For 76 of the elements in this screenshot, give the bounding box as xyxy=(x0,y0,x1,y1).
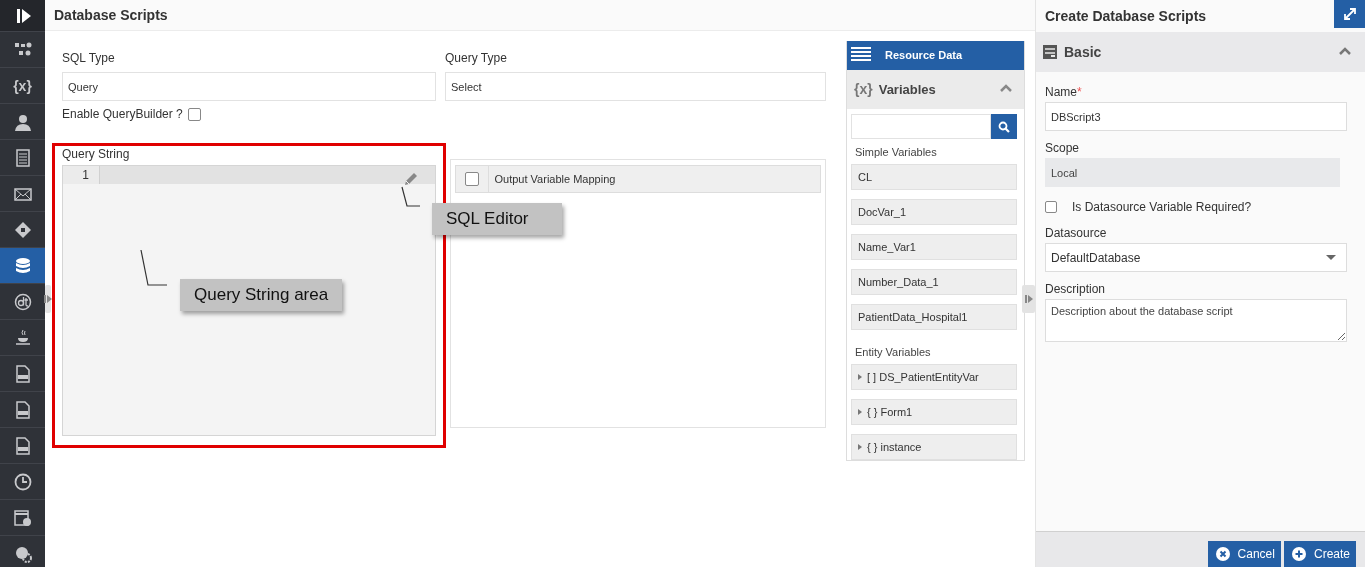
plus-circle-icon xyxy=(1291,547,1306,561)
variable-item[interactable]: DocVar_1 xyxy=(851,199,1017,225)
variable-item[interactable]: CL xyxy=(851,164,1017,190)
circle-letters-icon xyxy=(13,292,32,311)
create-button[interactable]: Create xyxy=(1283,541,1356,567)
checkbox[interactable] xyxy=(1045,201,1057,213)
sidebar-item[interactable]: {x} xyxy=(0,68,45,104)
search-field[interactable] xyxy=(851,114,991,139)
variable-item[interactable]: PatientData_Hospital1 xyxy=(851,304,1017,330)
variables-header[interactable]: {x} Variables xyxy=(847,69,1024,109)
checkbox[interactable] xyxy=(187,107,201,121)
variable-item[interactable]: [ ] DS_PatientEntityVar xyxy=(851,364,1017,390)
caret-right-icon xyxy=(858,409,862,415)
checkbox[interactable] xyxy=(464,172,479,186)
expand-arrows-icon xyxy=(1342,7,1357,21)
field-label: SQL Type xyxy=(62,51,116,65)
list-icon xyxy=(851,47,871,64)
field-label: Query Type xyxy=(445,51,508,65)
variable-item[interactable]: { } instance xyxy=(851,434,1017,460)
checkbox-label: Enable QueryBuilder ? xyxy=(62,107,183,121)
close-circle-icon xyxy=(1215,547,1230,561)
cancel-button[interactable]: Cancel xyxy=(1207,541,1281,567)
page-title: Database Scripts xyxy=(54,7,168,23)
sidebar-item[interactable] xyxy=(0,0,45,32)
text-field[interactable]: DBScript3 xyxy=(1045,102,1347,131)
variable-item[interactable]: Number_Data_1 xyxy=(851,269,1017,295)
section-title: Basic xyxy=(1064,44,1103,60)
dropdown[interactable]: DefaultDatabase xyxy=(1045,243,1347,272)
group-label: Simple Variables xyxy=(854,145,938,160)
disabled-field: Local xyxy=(1045,158,1340,187)
line-number: 1 xyxy=(82,167,90,184)
file-icon xyxy=(13,364,32,383)
callout-label: Query String area xyxy=(180,279,343,311)
pencil-icon xyxy=(402,171,419,187)
field-label: Query String xyxy=(62,147,130,161)
description-field[interactable]: Description about the database script xyxy=(1045,299,1347,342)
leader-line xyxy=(140,249,168,287)
expand-button[interactable] xyxy=(1334,0,1365,28)
expand-right-icon xyxy=(1024,295,1033,303)
field-label: Datasource xyxy=(1045,226,1107,240)
form-icon xyxy=(1043,45,1057,59)
user-icon xyxy=(13,112,32,131)
checkbox-label: Is Datasource Variable Required? xyxy=(1072,200,1252,214)
file-icon xyxy=(13,400,32,419)
collapse-handle[interactable] xyxy=(1022,285,1035,313)
caret-down-icon xyxy=(1326,255,1336,260)
leader-line xyxy=(401,186,421,208)
field-label: Name xyxy=(1045,85,1077,99)
expand-right-icon xyxy=(44,295,52,303)
cup-icon xyxy=(13,328,32,347)
field-label: Scope xyxy=(1045,141,1080,155)
resource-title: Resource Data xyxy=(885,49,963,62)
document-icon xyxy=(13,148,32,167)
required-mark: * xyxy=(1077,85,1082,99)
caret-right-icon xyxy=(858,374,862,380)
file-icon xyxy=(13,436,32,455)
variables-title: Variables xyxy=(878,81,937,97)
search-button[interactable] xyxy=(991,114,1017,139)
caret-right-icon xyxy=(858,444,862,450)
group-label: Entity Variables xyxy=(854,345,932,360)
sql-type-field[interactable]: Query xyxy=(62,72,436,101)
clock-icon xyxy=(13,472,32,491)
section-header[interactable]: Basic xyxy=(1036,32,1365,72)
variables-glyph: {x} xyxy=(854,81,873,98)
collapse-handle[interactable] xyxy=(45,285,51,313)
diamond-icon xyxy=(13,220,32,239)
variable-item[interactable]: Name_Var1 xyxy=(851,234,1017,260)
panel-title: Create Database Scripts xyxy=(1045,7,1207,24)
variable-item[interactable]: { } Form1 xyxy=(851,399,1017,425)
search-icon xyxy=(998,120,1010,133)
sidebar-item[interactable] xyxy=(0,248,45,284)
column-header: Output Variable Mapping xyxy=(493,173,616,185)
field-label: Description xyxy=(1045,282,1106,296)
database-icon xyxy=(13,256,32,275)
query-type-field[interactable]: Select xyxy=(445,72,826,101)
callout-label: SQL Editor xyxy=(432,203,562,235)
